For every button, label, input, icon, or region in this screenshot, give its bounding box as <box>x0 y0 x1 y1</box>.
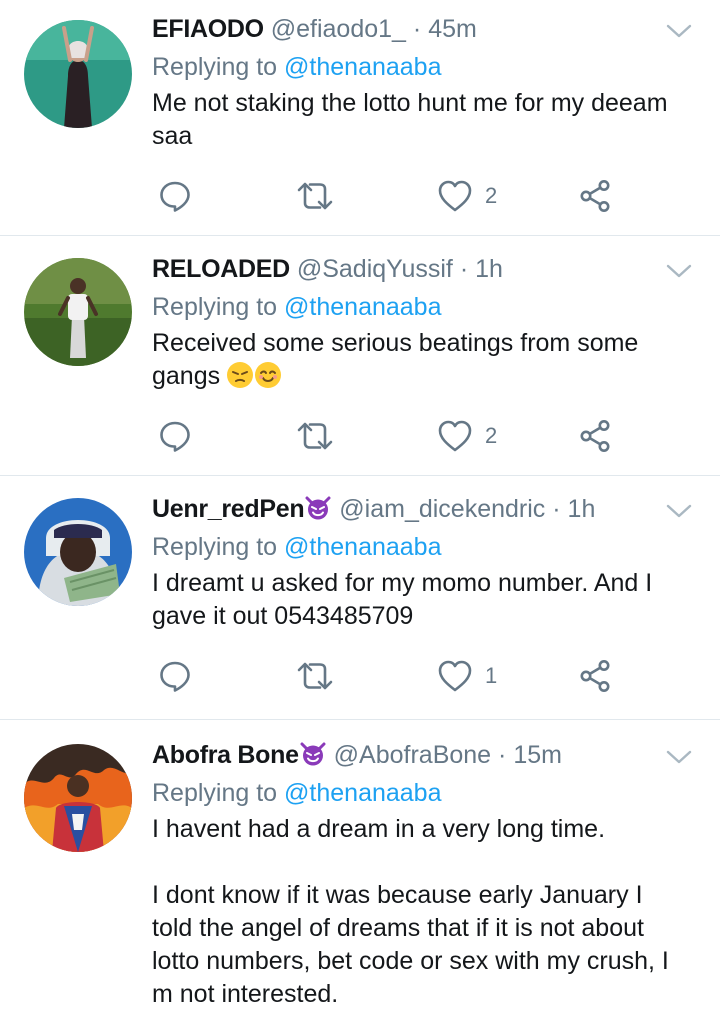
tweet[interactable]: Uenr_redPen @iam_dicekendric · 1h Replyi… <box>0 476 720 720</box>
tweet-header: Uenr_redPen @iam_dicekendric · 1h <box>152 494 680 524</box>
display-name[interactable]: EFIAODO <box>152 15 264 43</box>
share-icon <box>579 179 613 213</box>
heart-icon <box>437 659 473 693</box>
retweet-button[interactable] <box>296 416 334 456</box>
reply-button[interactable] <box>158 176 192 216</box>
tweet-header: RELOADED @SadiqYussif · 1h <box>152 254 680 284</box>
avatar[interactable] <box>24 744 132 852</box>
mention-link[interactable]: @thenanaaba <box>284 293 441 321</box>
retweet-icon <box>296 179 334 213</box>
display-name[interactable]: Uenr_redPen <box>152 495 305 523</box>
smiling-devil-icon <box>304 496 332 520</box>
heart-icon <box>437 179 473 213</box>
separator-dot: · <box>459 255 469 283</box>
timestamp[interactable]: 45m <box>428 15 477 43</box>
reply-icon <box>158 419 192 453</box>
retweet-icon <box>296 419 334 453</box>
like-count: 2 <box>485 183 498 208</box>
share-icon <box>579 659 613 693</box>
like-count: 2 <box>485 423 498 448</box>
smiling-face-icon <box>255 362 282 388</box>
replying-label: Replying to <box>152 53 278 81</box>
timestamp[interactable]: 1h <box>568 495 596 523</box>
user-handle[interactable]: @iam_dicekendric <box>339 495 545 523</box>
like-button[interactable]: 2 <box>437 416 497 456</box>
tweet[interactable]: Abofra Bone @AbofraBone · 15m Replying t… <box>0 720 720 1036</box>
like-button[interactable]: 2 <box>437 176 497 216</box>
tweet-text: I dreamt u asked for my momo number. And… <box>152 569 660 630</box>
reply-button[interactable] <box>158 416 192 456</box>
tweet-text: Me not staking the lotto hunt me for my … <box>152 89 675 150</box>
smiling-devil-icon <box>299 742 327 766</box>
tweet-text: Received some serious beatings from some… <box>152 327 680 393</box>
tweet-actions: 2 <box>152 176 632 216</box>
tweet-header: EFIAODO @efiaodo1_ · 45m <box>152 14 680 44</box>
replying-label: Replying to <box>152 779 278 807</box>
user-handle[interactable]: @efiaodo1_ <box>271 15 406 43</box>
tweet[interactable]: RELOADED @SadiqYussif · 1h Replying to @… <box>0 236 720 476</box>
avatar[interactable] <box>24 20 132 128</box>
tweet-text-content: Received some serious beatings from some… <box>152 329 646 390</box>
separator-dot: · <box>412 15 422 43</box>
mention-link[interactable]: @thenanaaba <box>284 779 441 807</box>
timestamp[interactable]: 1h <box>475 255 503 283</box>
reply-icon <box>158 179 192 213</box>
tweet-header: Abofra Bone @AbofraBone · 15m <box>152 740 680 770</box>
replying-to: Replying to @thenanaaba <box>152 52 680 82</box>
replying-label: Replying to <box>152 293 278 321</box>
avatar[interactable] <box>24 258 132 366</box>
chevron-down-icon[interactable] <box>666 22 692 40</box>
display-name[interactable]: Abofra Bone <box>152 741 299 769</box>
like-button[interactable]: 1 <box>437 656 497 696</box>
retweet-icon <box>296 659 334 693</box>
reply-icon <box>158 659 192 693</box>
like-count: 1 <box>485 663 498 688</box>
user-handle[interactable]: @SadiqYussif <box>297 255 453 283</box>
pensive-face-icon <box>227 362 254 388</box>
chevron-down-icon[interactable] <box>666 748 692 766</box>
share-button[interactable] <box>579 656 613 696</box>
chevron-down-icon[interactable] <box>666 502 692 520</box>
retweet-button[interactable] <box>296 176 334 216</box>
separator-dot: · <box>552 495 561 523</box>
tweet-actions: 1 <box>152 656 632 696</box>
tweet[interactable]: EFIAODO @efiaodo1_ · 45m Replying to @th… <box>0 0 720 236</box>
heart-icon <box>437 419 473 453</box>
reply-button[interactable] <box>158 656 192 696</box>
timestamp[interactable]: 15m <box>513 741 562 769</box>
share-icon <box>579 419 613 453</box>
tweet-actions: 2 <box>152 416 632 456</box>
user-handle[interactable]: @AbofraBone <box>334 741 491 769</box>
share-button[interactable] <box>579 176 613 216</box>
replying-to: Replying to @thenanaaba <box>152 778 680 808</box>
tweet-text: I havent had a dream in a very long time… <box>152 815 669 1008</box>
display-name[interactable]: RELOADED <box>152 255 290 283</box>
avatar[interactable] <box>24 498 132 606</box>
mention-link[interactable]: @thenanaaba <box>284 533 441 561</box>
replying-label: Replying to <box>152 533 278 561</box>
retweet-button[interactable] <box>296 656 334 696</box>
share-button[interactable] <box>579 416 613 456</box>
chevron-down-icon[interactable] <box>666 262 692 280</box>
replying-to: Replying to @thenanaaba <box>152 292 680 322</box>
replying-to: Replying to @thenanaaba <box>152 532 680 562</box>
mention-link[interactable]: @thenanaaba <box>284 53 441 81</box>
separator-dot: · <box>498 741 507 769</box>
